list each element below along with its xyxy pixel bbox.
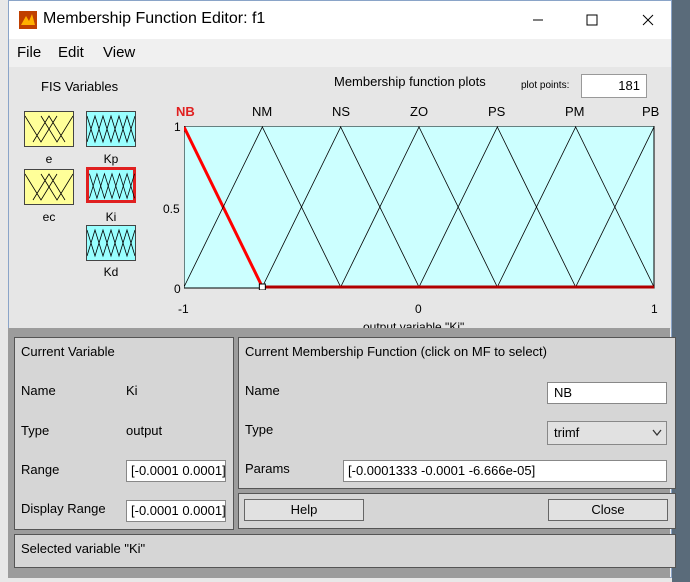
cv-display-range-label: Display Range [21, 501, 106, 516]
display-range-input[interactable]: [-0.0001 0.0001] [126, 500, 226, 522]
mf-thumbnail-icon [24, 115, 74, 143]
mf-name-label: Name [245, 383, 280, 398]
input-var-e[interactable] [24, 111, 74, 147]
plot-title: Membership function plots [334, 74, 486, 89]
close-button[interactable]: Close [548, 499, 668, 521]
close-window-button[interactable] [625, 1, 671, 39]
mf-label-pm[interactable]: PM [565, 104, 585, 119]
input-var-e-label: e [45, 152, 53, 166]
xtick-1: 1 [651, 302, 658, 316]
plot-points-input[interactable]: 181 [581, 74, 647, 98]
cv-type-label: Type [21, 423, 50, 438]
output-var-kd[interactable] [86, 225, 136, 261]
mf-label-ns[interactable]: NS [332, 104, 350, 119]
ytick-0-5: 0.5 [163, 202, 180, 216]
current-mf-title: Current Membership Function (click on MF… [245, 344, 547, 359]
mf-label-ps[interactable]: PS [488, 104, 505, 119]
plot-background [184, 126, 655, 289]
mf-label-zo[interactable]: ZO [410, 104, 428, 119]
output-var-kp-label: Kp [103, 152, 119, 166]
menu-file[interactable]: File [17, 44, 41, 61]
mf-type-value: trimf [554, 425, 580, 440]
output-var-kp[interactable] [86, 111, 136, 147]
input-var-ec[interactable] [24, 169, 74, 205]
mf-label-nm[interactable]: NM [252, 104, 272, 119]
menu-edit[interactable]: Edit [58, 44, 84, 61]
range-input[interactable]: [-0.0001 0.0001] [126, 460, 226, 482]
input-var-ec-label: ec [42, 210, 56, 224]
matlab-icon [19, 11, 37, 29]
mf-drag-handle[interactable] [258, 283, 266, 290]
current-variable-title: Current Variable [21, 344, 115, 359]
cv-name-label: Name [21, 383, 56, 398]
close-icon [642, 14, 654, 26]
xtick-0: 0 [415, 302, 422, 316]
maximize-button[interactable] [569, 1, 615, 39]
mf-thumbnail-icon [24, 173, 74, 201]
menu-view[interactable]: View [103, 44, 135, 61]
mf-label-nb[interactable]: NB [176, 104, 195, 119]
mf-plot[interactable] [184, 126, 656, 290]
plot-points-label: plot points: [521, 80, 570, 91]
cv-type-value: output [126, 423, 163, 438]
output-var-ki[interactable] [86, 167, 136, 203]
status-text: Selected variable "Ki" [21, 541, 146, 556]
minimize-icon [533, 19, 543, 21]
mf-thumbnail-icon [89, 172, 135, 200]
ytick-0: 0 [174, 282, 181, 296]
mf-name-input[interactable]: NB [547, 382, 667, 404]
window-title: Membership Function Editor: f1 [43, 10, 266, 27]
menu-bar: File Edit View [9, 39, 671, 67]
cv-name-value: Ki [126, 383, 138, 398]
mf-thumbnail-icon [86, 228, 136, 258]
xtick-neg1: -1 [178, 302, 189, 316]
fis-variables-title: FIS Variables [41, 79, 119, 94]
output-var-ki-label: Ki [105, 210, 117, 224]
maximize-icon [586, 14, 598, 26]
title-bar[interactable]: Membership Function Editor: f1 [9, 1, 671, 39]
mf-params-label: Params [245, 461, 290, 476]
mf-params-input[interactable]: [-0.0001333 -0.0001 -6.666e-05] [343, 460, 667, 482]
output-var-kd-label: Kd [103, 265, 119, 279]
minimize-button[interactable] [515, 1, 561, 39]
cv-range-label: Range [21, 462, 60, 477]
mf-type-label: Type [245, 422, 274, 437]
ytick-1: 1 [174, 120, 181, 134]
mf-label-pb[interactable]: PB [642, 104, 659, 119]
chevron-down-icon [652, 429, 662, 437]
help-button[interactable]: Help [244, 499, 364, 521]
mf-thumbnail-icon [86, 114, 136, 144]
mf-type-select[interactable]: trimf [547, 421, 667, 445]
